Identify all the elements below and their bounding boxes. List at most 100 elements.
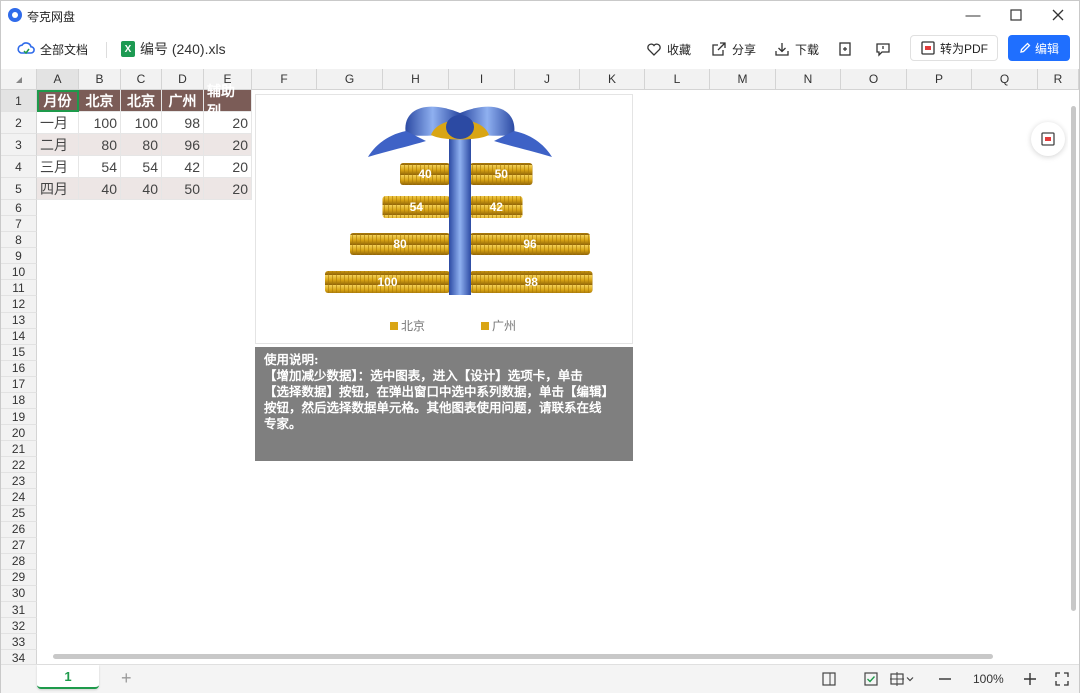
horizontal-scroll-thumb[interactable] — [53, 654, 993, 659]
column-header-p[interactable]: P — [907, 69, 972, 90]
add-sheet-button[interactable]: + — [121, 668, 132, 689]
row-header-8[interactable]: 8 — [1, 232, 37, 249]
row-header-1[interactable]: 1 — [1, 90, 37, 112]
freeze-pane-dropdown[interactable] — [889, 671, 915, 687]
column-header-f[interactable]: F — [252, 69, 317, 90]
column-header-a[interactable]: A — [37, 69, 79, 90]
table-cell[interactable]: 20 — [204, 134, 252, 156]
table-cell[interactable]: 20 — [204, 112, 252, 134]
table-cell[interactable]: 80 — [79, 134, 121, 156]
zoom-in-button[interactable] — [1023, 671, 1037, 687]
table-cell[interactable]: 20 — [204, 156, 252, 178]
row-header-12[interactable]: 12 — [1, 296, 37, 313]
row-header-16[interactable]: 16 — [1, 360, 37, 377]
column-header-h[interactable]: H — [383, 69, 449, 90]
row-header-10[interactable]: 10 — [1, 264, 37, 281]
column-header-n[interactable]: N — [776, 69, 841, 90]
select-all-corner[interactable] — [1, 69, 37, 90]
column-header-r[interactable]: R — [1038, 69, 1079, 90]
row-header-27[interactable]: 27 — [1, 537, 37, 554]
column-header-k[interactable]: K — [580, 69, 645, 90]
row-header-7[interactable]: 7 — [1, 216, 37, 233]
table-cell[interactable]: 54 — [121, 156, 162, 178]
table-cell[interactable]: 54 — [79, 156, 121, 178]
maximize-button[interactable] — [996, 3, 1036, 27]
row-header-34[interactable]: 34 — [1, 650, 37, 664]
row-header-14[interactable]: 14 — [1, 328, 37, 345]
page-layout-button[interactable] — [821, 671, 837, 687]
row-header-5[interactable]: 5 — [1, 178, 37, 200]
column-header-b[interactable]: B — [79, 69, 121, 90]
table-cell[interactable]: 96 — [162, 134, 204, 156]
row-header-21[interactable]: 21 — [1, 441, 37, 458]
row-header-3[interactable]: 3 — [1, 134, 37, 156]
favorite-button[interactable]: 收藏 — [646, 38, 691, 60]
row-header-30[interactable]: 30 — [1, 585, 37, 602]
edit-button[interactable]: 编辑 — [1008, 35, 1070, 61]
table-cell[interactable]: 100 — [79, 112, 121, 134]
spreadsheet-grid[interactable]: ABCDEFGHIJKLMNOPQR 1 2 3 4 5 6 7 8 9 10 11 12 13 14 15… — [1, 69, 1079, 664]
feedback-button[interactable] — [875, 38, 891, 60]
column-header-l[interactable]: L — [645, 69, 710, 90]
row-header-23[interactable]: 23 — [1, 473, 37, 490]
row-header-31[interactable]: 31 — [1, 602, 37, 619]
row-header-2[interactable]: 2 — [1, 112, 37, 134]
table-cell[interactable]: 80 — [121, 134, 162, 156]
row-header-24[interactable]: 24 — [1, 489, 37, 506]
row-header-13[interactable]: 13 — [1, 312, 37, 329]
convert-to-pdf-button[interactable]: 转为PDF — [910, 35, 998, 61]
column-header-q[interactable]: Q — [972, 69, 1038, 90]
table-cell[interactable]: 四月 — [37, 178, 79, 200]
header-cell[interactable]: 月份 — [37, 90, 79, 112]
gift-coin-chart[interactable]: 100 98 80 96 54 42 40 50 北京 广州 — [255, 94, 633, 344]
row-header-28[interactable]: 28 — [1, 553, 37, 570]
horizontal-scrollbar[interactable] — [37, 651, 1068, 663]
row-header-11[interactable]: 11 — [1, 280, 37, 297]
table-cell[interactable]: 42 — [162, 156, 204, 178]
table-cell[interactable]: 100 — [121, 112, 162, 134]
column-header-j[interactable]: J — [515, 69, 580, 90]
row-header-33[interactable]: 33 — [1, 634, 37, 651]
table-cell[interactable]: 50 — [162, 178, 204, 200]
row-header-26[interactable]: 26 — [1, 521, 37, 538]
share-button[interactable]: 分享 — [711, 38, 756, 60]
table-cell[interactable]: 20 — [204, 178, 252, 200]
zoom-out-button[interactable] — [938, 671, 952, 687]
header-cell[interactable]: 广州 — [162, 90, 204, 112]
row-header-4[interactable]: 4 — [1, 156, 37, 178]
column-header-o[interactable]: O — [841, 69, 907, 90]
table-cell[interactable]: 40 — [79, 178, 121, 200]
table-cell[interactable]: 三月 — [37, 156, 79, 178]
row-header-18[interactable]: 18 — [1, 392, 37, 410]
row-header-29[interactable]: 29 — [1, 569, 37, 586]
all-docs-button[interactable]: 全部文档 — [17, 38, 88, 60]
fullscreen-button[interactable] — [1055, 671, 1069, 687]
row-header-22[interactable]: 22 — [1, 457, 37, 474]
download-button[interactable]: 下载 — [774, 38, 819, 60]
floating-tool-button[interactable] — [1031, 122, 1065, 156]
table-cell[interactable]: 一月 — [37, 112, 79, 134]
column-header-c[interactable]: C — [121, 69, 162, 90]
row-header-9[interactable]: 9 — [1, 248, 37, 265]
row-header-25[interactable]: 25 — [1, 505, 37, 522]
header-cell[interactable]: 辅助列 — [204, 83, 252, 119]
row-header-19[interactable]: 19 — [1, 409, 37, 426]
row-header-32[interactable]: 32 — [1, 618, 37, 635]
check-button[interactable] — [863, 671, 879, 687]
column-header-d[interactable]: D — [162, 69, 204, 90]
export-doc-button[interactable] — [837, 38, 853, 60]
row-header-20[interactable]: 20 — [1, 425, 37, 442]
vertical-scrollbar[interactable] — [1068, 90, 1079, 655]
header-cell[interactable]: 北京 — [79, 90, 121, 112]
row-header-17[interactable]: 17 — [1, 376, 37, 393]
minimize-button[interactable]: — — [953, 3, 993, 27]
close-button[interactable] — [1038, 3, 1078, 27]
table-cell[interactable]: 二月 — [37, 134, 79, 156]
table-cell[interactable]: 40 — [121, 178, 162, 200]
column-header-m[interactable]: M — [710, 69, 776, 90]
column-header-g[interactable]: G — [317, 69, 383, 90]
sheet-tab-1[interactable]: 1 — [37, 665, 99, 689]
row-header-6[interactable]: 6 — [1, 200, 37, 217]
table-cell[interactable]: 98 — [162, 112, 204, 134]
vertical-scroll-thumb[interactable] — [1071, 106, 1076, 611]
